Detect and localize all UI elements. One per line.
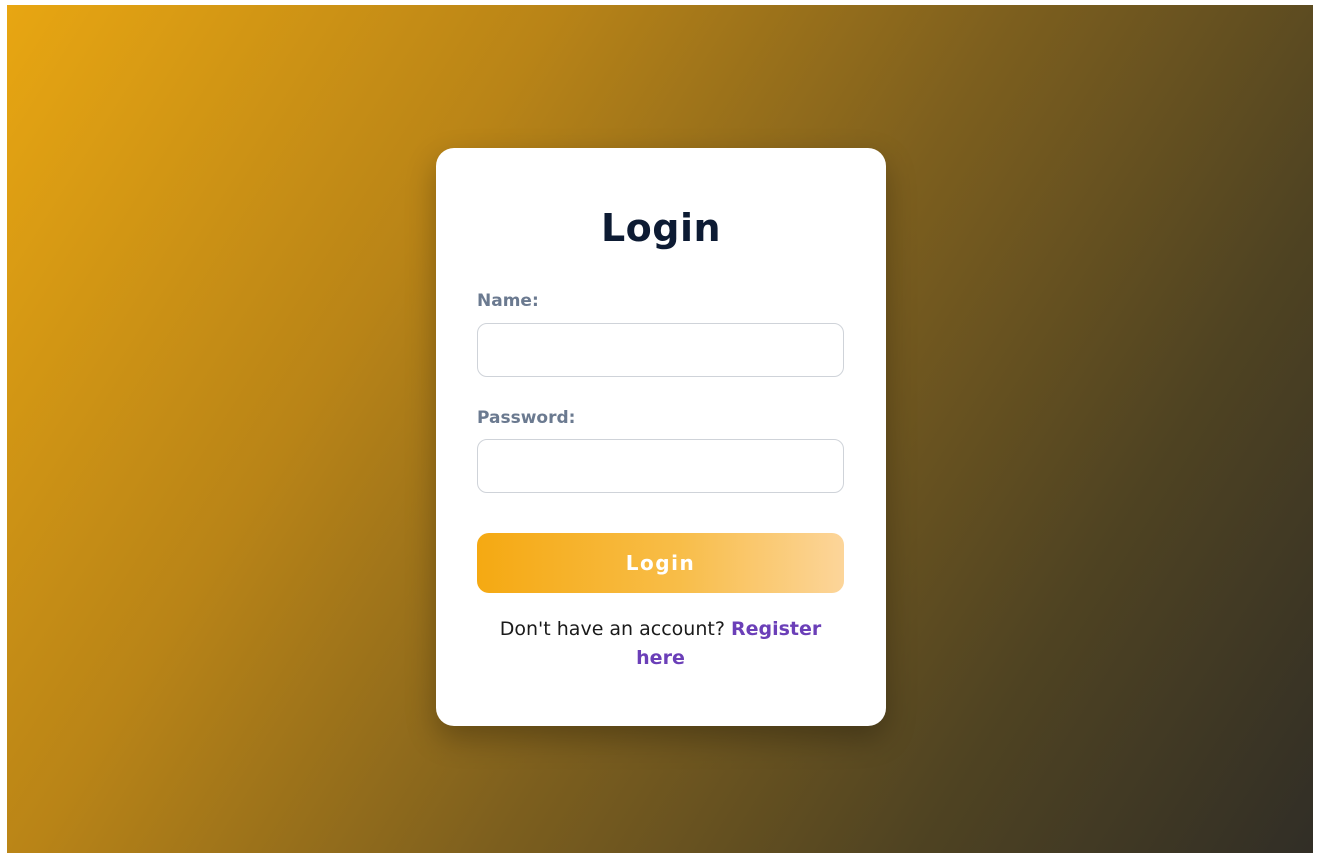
- password-input[interactable]: [477, 439, 844, 493]
- register-prompt: Don't have an account? Register here: [477, 615, 844, 673]
- page-title: Login: [600, 206, 722, 250]
- register-prompt-text: Don't have an account?: [499, 618, 725, 640]
- page-background: Login Name: Password: Login Don't have a…: [7, 5, 1313, 853]
- password-label: Password:: [477, 408, 576, 428]
- name-input[interactable]: [477, 323, 844, 377]
- login-card: Login Name: Password: Login Don't have a…: [436, 148, 886, 726]
- name-label: Name:: [477, 291, 539, 311]
- login-button[interactable]: Login: [477, 533, 844, 593]
